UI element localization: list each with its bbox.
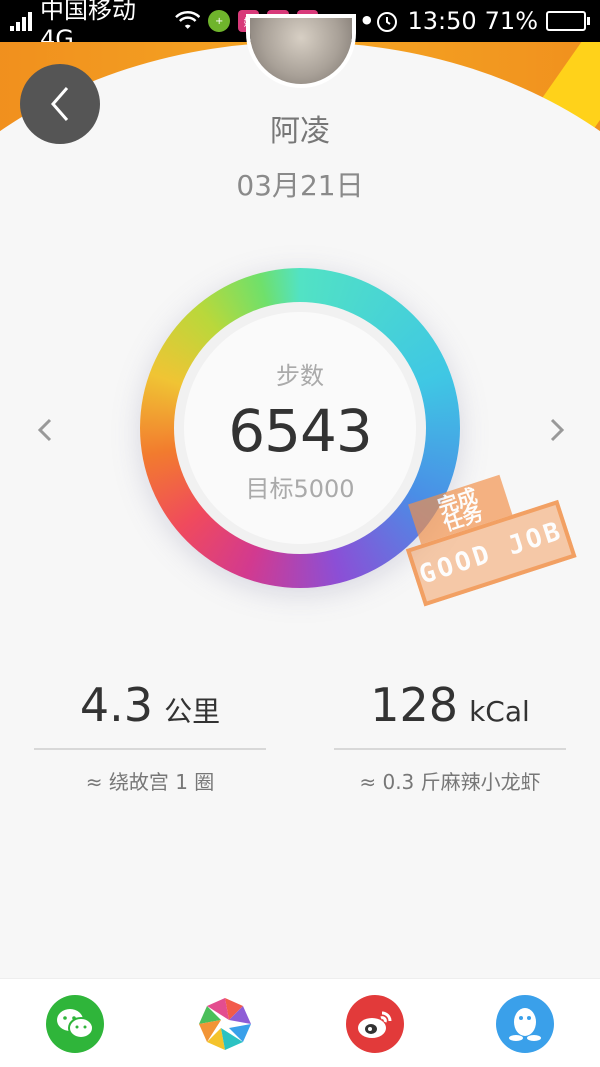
distance-stat: 4.3 公里 ≈ 绕故宫 1 圈 <box>34 678 266 795</box>
battery-percent: 71% <box>484 7 538 35</box>
chevron-right-icon <box>550 418 565 442</box>
distance-value: 4.3 <box>79 678 154 732</box>
date-label: 03月21日 <box>236 169 364 202</box>
moments-icon <box>199 998 251 1050</box>
steps-value: 6543 <box>228 397 373 465</box>
calories-value: 128 <box>370 678 458 732</box>
previous-day-button[interactable] <box>30 410 60 450</box>
signal-icon <box>10 11 32 31</box>
calories-compare: ≈ 0.3 斤麻辣小龙虾 <box>359 770 541 794</box>
steps-label: 步数 <box>276 362 324 390</box>
battery-icon <box>546 11 590 31</box>
share-qq-button[interactable] <box>496 995 554 1053</box>
divider <box>334 748 566 750</box>
distance-unit: 公里 <box>164 695 221 728</box>
wifi-icon <box>175 11 201 29</box>
alarm-icon <box>377 12 398 32</box>
share-wechat-button[interactable] <box>46 995 104 1053</box>
goal-label: 目标5000 <box>245 475 355 503</box>
clock-time: 13:50 <box>407 7 477 35</box>
app-notification-icon: + <box>208 10 230 32</box>
calories-unit: kCal <box>469 695 530 728</box>
calories-stat: 128 kCal ≈ 0.3 斤麻辣小龙虾 <box>334 678 566 795</box>
share-bar <box>0 978 600 1067</box>
next-day-button[interactable] <box>542 410 572 450</box>
ring-center: 步数 6543 目标5000 <box>184 312 416 544</box>
wechat-icon <box>57 1009 94 1039</box>
distance-compare: ≈ 绕故宫 1 圈 <box>85 770 215 794</box>
weibo-icon <box>358 1011 392 1038</box>
qq-icon <box>509 1008 541 1041</box>
share-weibo-button[interactable] <box>346 995 404 1053</box>
user-name: 阿凌 <box>270 114 330 149</box>
status-right: 13:50 71% <box>375 7 590 35</box>
share-moments-button[interactable] <box>196 995 254 1053</box>
divider <box>34 748 266 750</box>
chevron-left-icon <box>37 418 52 442</box>
